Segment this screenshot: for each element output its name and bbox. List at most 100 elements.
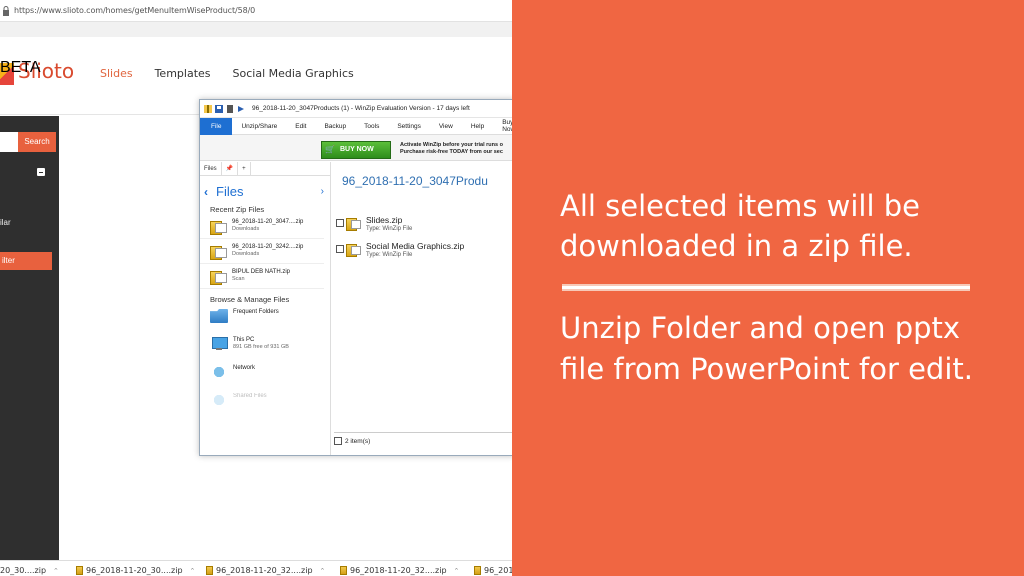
menu-backup[interactable]: Backup xyxy=(315,123,355,130)
sidebar-text: ilar xyxy=(0,218,11,227)
download-item[interactable]: 96_2018 xyxy=(474,566,512,575)
entry-name: Slides.zip xyxy=(366,215,403,225)
menu-unzip-share[interactable]: Unzip/Share xyxy=(232,123,286,130)
recent-zip-name: 96_2018-11-20_3242....zip xyxy=(232,244,304,250)
winzip-app-icon xyxy=(204,104,212,113)
download-item[interactable]: 96_2018-11-20_32....zip ⌃ xyxy=(340,566,459,575)
files-pane: Files 📌 + ‹ Files › Recent Zip Files 96_… xyxy=(200,161,331,455)
zip-file-icon xyxy=(340,566,347,575)
browse-this-pc[interactable]: This PC 891 GB free of 931 GB xyxy=(200,332,330,360)
chevron-down-icon[interactable]: ⌃ xyxy=(53,567,59,575)
entry-checkbox[interactable] xyxy=(336,245,344,253)
download-name: 96_2018-11-20_32....zip xyxy=(350,566,447,575)
menu-buy-now[interactable]: Buy Now xyxy=(493,119,512,133)
files-header: ‹ Files › xyxy=(200,176,330,199)
browse-label: This PC xyxy=(233,337,255,343)
recent-zip-name: BIPUL DEB NATH.zip xyxy=(232,269,291,275)
zip-file-icon xyxy=(210,219,227,235)
pin-icon[interactable]: 📌 xyxy=(222,161,239,176)
recent-zip-item[interactable]: BIPUL DEB NATH.zip Scan xyxy=(200,264,324,289)
browse-shared-files[interactable]: Shared Files xyxy=(200,388,330,416)
download-name: 96_2018 xyxy=(484,566,512,575)
pane-tabs: Files 📌 + xyxy=(200,161,330,176)
zip-file-icon xyxy=(346,216,361,231)
recent-zip-item[interactable]: 96_2018-11-20_3047....zip Downloads xyxy=(200,214,324,239)
item-count: 2 item(s) xyxy=(345,437,371,445)
forward-chevron-icon[interactable]: › xyxy=(321,186,324,197)
lock-icon xyxy=(3,5,9,16)
zip-icon[interactable] xyxy=(226,104,234,113)
recent-zip-heading: Recent Zip Files xyxy=(210,205,265,214)
download-name: 20_30....zip xyxy=(0,566,47,575)
beta-badge: BETA xyxy=(0,59,41,76)
select-all-checkbox[interactable] xyxy=(334,437,342,445)
recent-zip-item[interactable]: 96_2018-11-20_3242....zip Downloads xyxy=(200,239,324,264)
download-item[interactable]: 96_2018-11-20_30....zip ⌃ xyxy=(76,566,195,575)
nav-social-media-graphics[interactable]: Social Media Graphics xyxy=(233,67,354,80)
instruction-panel: All selected items will be downloaded in… xyxy=(512,0,1024,576)
unzip-icon[interactable] xyxy=(237,105,245,113)
zip-entry[interactable]: Social Media Graphics.zip Type: WinZip Fi… xyxy=(336,242,464,259)
chevron-down-icon[interactable]: ⌃ xyxy=(454,567,460,575)
trial-banner: BUY NOW Activate WinZip before your tria… xyxy=(200,135,512,161)
add-tab-icon[interactable]: + xyxy=(238,161,251,176)
browser-strip xyxy=(0,22,512,37)
browse-network[interactable]: Network xyxy=(200,360,330,388)
download-item[interactable]: 96_2018-11-20_32....zip ⌃ xyxy=(206,566,325,575)
nav-templates[interactable]: Templates xyxy=(155,67,211,80)
browse-label: Network xyxy=(233,365,256,371)
browse-label: Frequent Folders xyxy=(233,309,279,315)
recent-zip-name: 96_2018-11-20_3047....zip xyxy=(232,219,304,225)
nav-slides[interactable]: Slides xyxy=(100,67,133,80)
divider xyxy=(562,284,970,291)
winzip-window: 96_2018-11-20_3047Products (1) - WinZip … xyxy=(199,99,512,456)
menu-help[interactable]: Help xyxy=(462,123,493,130)
disk-space: 891 GB free of 931 GB xyxy=(233,344,289,350)
browse-label: Shared Files xyxy=(233,393,267,399)
zip-entry[interactable]: Slides.zip Type: WinZip File xyxy=(336,216,412,233)
menu-tools[interactable]: Tools xyxy=(355,123,388,130)
trial-line-1: Activate WinZip before your trial runs o xyxy=(400,142,503,148)
save-icon[interactable] xyxy=(215,104,223,113)
instruction-text-2: Unzip Folder and open pptx file from Pow… xyxy=(560,311,973,386)
shared-icon xyxy=(210,393,228,407)
menu-file[interactable]: File xyxy=(200,117,233,135)
files-title: Files xyxy=(216,184,244,199)
menu-view[interactable]: View xyxy=(430,123,462,130)
entry-checkbox[interactable] xyxy=(336,219,344,227)
entry-type: Type: WinZip File xyxy=(366,252,413,258)
zip-contents-pane: 96_2018-11-20_3047Produ Slides.zip Type: … xyxy=(332,162,512,455)
zip-path-title: 96_2018-11-20_3047Produ xyxy=(342,174,488,188)
zip-file-icon xyxy=(210,269,227,285)
computer-icon xyxy=(210,337,228,351)
menu-settings[interactable]: Settings xyxy=(388,123,430,130)
back-chevron-icon[interactable]: ‹ xyxy=(204,185,216,199)
download-name: 96_2018-11-20_32....zip xyxy=(216,566,313,575)
tab-files[interactable]: Files xyxy=(200,161,222,176)
buy-now-button[interactable]: BUY NOW xyxy=(321,141,391,159)
download-item[interactable]: 20_30....zip ⌃ xyxy=(0,566,59,575)
recent-zip-location: Scan xyxy=(232,276,245,282)
site-sidebar: Search ilar ilter xyxy=(0,116,59,560)
winzip-ribbon: File Unzip/Share Edit Backup Tools Setti… xyxy=(200,117,512,135)
trial-message: Activate WinZip before your trial runs o… xyxy=(400,142,503,156)
address-bar[interactable]: https://www.slioto.com/homes/getMenuItem… xyxy=(0,0,512,22)
menu-edit[interactable]: Edit xyxy=(286,123,315,130)
zip-file-icon xyxy=(474,566,481,575)
screenshot-area: https://www.slioto.com/homes/getMenuItem… xyxy=(0,0,512,576)
filter-button[interactable]: ilter xyxy=(0,252,52,270)
chevron-down-icon[interactable]: ⌃ xyxy=(320,567,326,575)
sidebar-search-input[interactable] xyxy=(0,132,18,152)
zip-file-icon xyxy=(210,244,227,260)
url-text[interactable]: https://www.slioto.com/homes/getMenuItem… xyxy=(14,6,255,15)
entry-name: Social Media Graphics.zip xyxy=(366,241,465,251)
zip-file-icon xyxy=(76,566,83,575)
entry-type: Type: WinZip File xyxy=(366,226,413,232)
browse-frequent-folders[interactable]: Frequent Folders xyxy=(200,304,330,332)
top-nav: Slides Templates Social Media Graphics xyxy=(100,67,354,80)
chevron-down-icon[interactable]: ⌃ xyxy=(190,567,196,575)
sidebar-search-button[interactable]: Search xyxy=(18,132,56,152)
collapse-icon[interactable] xyxy=(37,168,45,176)
zip-file-icon xyxy=(346,242,361,257)
downloads-bar: 20_30....zip ⌃ 96_2018-11-20_30....zip ⌃ 9… xyxy=(0,560,512,576)
